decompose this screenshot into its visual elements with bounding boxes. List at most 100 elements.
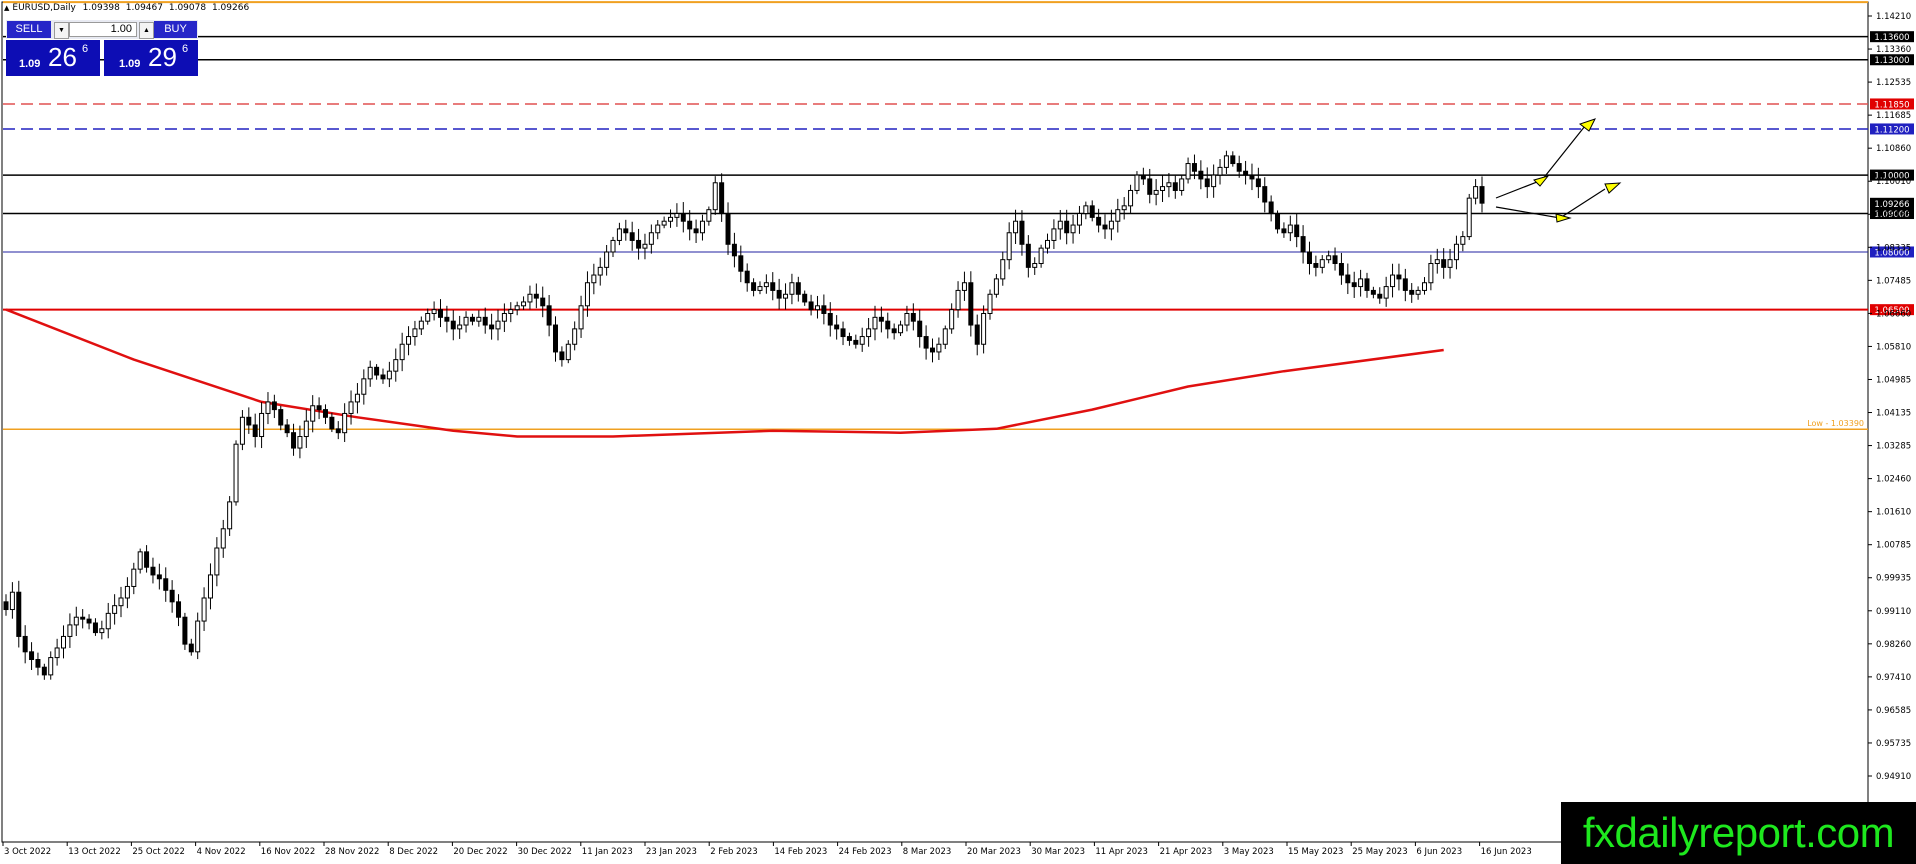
- x-tick-label-19: 3 May 2023: [1224, 847, 1274, 857]
- candle-body-78: [501, 312, 507, 322]
- buy-price-pips: 29: [148, 42, 177, 72]
- candle-body-73: [469, 316, 475, 322]
- candle-body-210: [1345, 274, 1351, 284]
- x-tick-label-16: 30 Mar 2023: [1031, 847, 1085, 857]
- collapse-triangle-icon[interactable]: ▲: [4, 4, 9, 12]
- y-tick-label-13: 1.03285: [1876, 442, 1911, 452]
- candle-body-176: [1128, 189, 1134, 207]
- candle-body-102: [655, 224, 661, 234]
- y-tick-label-19: 0.98260: [1876, 640, 1911, 650]
- candle-body-89: [572, 328, 578, 345]
- y-tick-label-14: 1.02460: [1876, 475, 1911, 485]
- candle-body-44: [284, 424, 290, 434]
- buy-button[interactable]: BUY: [154, 21, 197, 38]
- low-price: 1.09078: [168, 3, 207, 13]
- lot-size-input[interactable]: 1.00: [69, 22, 137, 37]
- sell-price-button[interactable]: 1.09 26 6: [6, 40, 100, 76]
- candle-body-202: [1294, 224, 1300, 238]
- candle-body-75: [482, 316, 488, 326]
- y-tick-label-17: 0.99935: [1876, 574, 1911, 584]
- candle-body-35: [227, 501, 233, 530]
- candle-body-47: [303, 420, 309, 438]
- x-tick-label-8: 30 Dec 2022: [518, 847, 572, 857]
- candle-body-77: [495, 320, 501, 330]
- candle-body-191: [1223, 155, 1229, 168]
- candle-body-180: [1153, 189, 1159, 195]
- candle-body-33: [214, 547, 220, 576]
- candle-body-230: [1473, 186, 1479, 199]
- candle-body-170: [1089, 205, 1095, 218]
- candle-body-5: [35, 659, 41, 668]
- candle-body-74: [476, 316, 482, 322]
- price-axis: 1.136001.130001.118501.112001.100001.090…: [1868, 12, 1914, 782]
- lot-decrease-icon[interactable]: ▼: [54, 22, 69, 39]
- candle-body-135: [866, 328, 872, 338]
- candle-body-62: [399, 343, 405, 361]
- y-tick-label-23: 0.94910: [1876, 772, 1911, 782]
- candle-body-56: [361, 378, 367, 395]
- level-tag-4: 1.11200: [1874, 125, 1909, 135]
- candle-body-159: [1019, 220, 1025, 245]
- candle-body-8: [54, 647, 60, 659]
- buy-price-button[interactable]: 1.09 29 6: [104, 40, 198, 76]
- candle-body-34: [220, 528, 226, 549]
- candle-body-86: [553, 324, 559, 353]
- candle-body-112: [719, 182, 725, 215]
- x-tick-label-13: 24 Feb 2023: [839, 847, 892, 857]
- candle-body-179: [1147, 178, 1153, 195]
- candle-body-132: [846, 336, 852, 341]
- candle-body-155: [993, 278, 999, 295]
- candle-body-43: [278, 409, 284, 426]
- candle-body-131: [840, 328, 846, 338]
- candle-body-154: [987, 293, 993, 314]
- candle-body-171: [1096, 216, 1102, 226]
- x-tick-label-22: 6 Jun 2023: [1416, 847, 1462, 857]
- candle-body-199: [1275, 213, 1281, 230]
- candle-body-25: [163, 578, 169, 591]
- candle-body-181: [1160, 186, 1166, 191]
- candle-body-200: [1281, 228, 1287, 234]
- x-tick-label-3: 4 Nov 2022: [197, 847, 246, 857]
- candle-body-6: [41, 666, 47, 676]
- candle-body-4: [29, 651, 35, 661]
- candle-body-57: [367, 366, 373, 380]
- one-click-trading-panel: SELL ▼ 1.00 ▲ BUY 1.09 26 6 1.09 29 6: [6, 20, 198, 76]
- candle-body-98: [629, 232, 635, 241]
- lot-increase-icon[interactable]: ▲: [139, 22, 154, 39]
- candle-body-226: [1447, 259, 1453, 268]
- candle-body-55: [354, 393, 360, 403]
- candle-body-227: [1453, 243, 1459, 261]
- candle-body-38: [246, 416, 252, 426]
- candle-body-91: [584, 282, 590, 307]
- candle-body-121: [776, 289, 782, 299]
- candle-body-59: [380, 374, 386, 380]
- sell-button[interactable]: SELL: [7, 21, 51, 38]
- candle-body-115: [738, 255, 744, 272]
- candle-body-82: [527, 293, 533, 303]
- candle-body-90: [578, 305, 584, 330]
- candle-body-193: [1236, 163, 1242, 172]
- y-tick-label-6: 1.09185: [1876, 210, 1911, 220]
- y-tick-label-20: 0.97410: [1876, 673, 1911, 683]
- candle-body-79: [508, 309, 514, 314]
- x-tick-label-0: 3 Oct 2022: [4, 847, 51, 857]
- candle-body-214: [1370, 289, 1376, 295]
- candle-body-46: [297, 436, 303, 449]
- candle-body-153: [981, 312, 987, 345]
- candle-body-67: [431, 309, 437, 314]
- candle-body-94: [604, 251, 610, 268]
- candle-body-203: [1300, 236, 1306, 253]
- candle-body-122: [783, 293, 789, 299]
- candle-body-14: [92, 622, 98, 634]
- candle-body-10: [67, 624, 73, 637]
- candle-body-70: [450, 320, 456, 330]
- candle-body-23: [150, 566, 156, 576]
- candle-body-21: [137, 551, 143, 570]
- sell-price-big: 1.09: [19, 58, 41, 70]
- candle-body-39: [252, 424, 258, 438]
- candle-body-22: [144, 551, 150, 568]
- candle-body-80: [514, 305, 520, 311]
- candle-body-184: [1179, 178, 1185, 191]
- candle-body-7: [48, 657, 54, 676]
- candle-body-13: [86, 618, 92, 624]
